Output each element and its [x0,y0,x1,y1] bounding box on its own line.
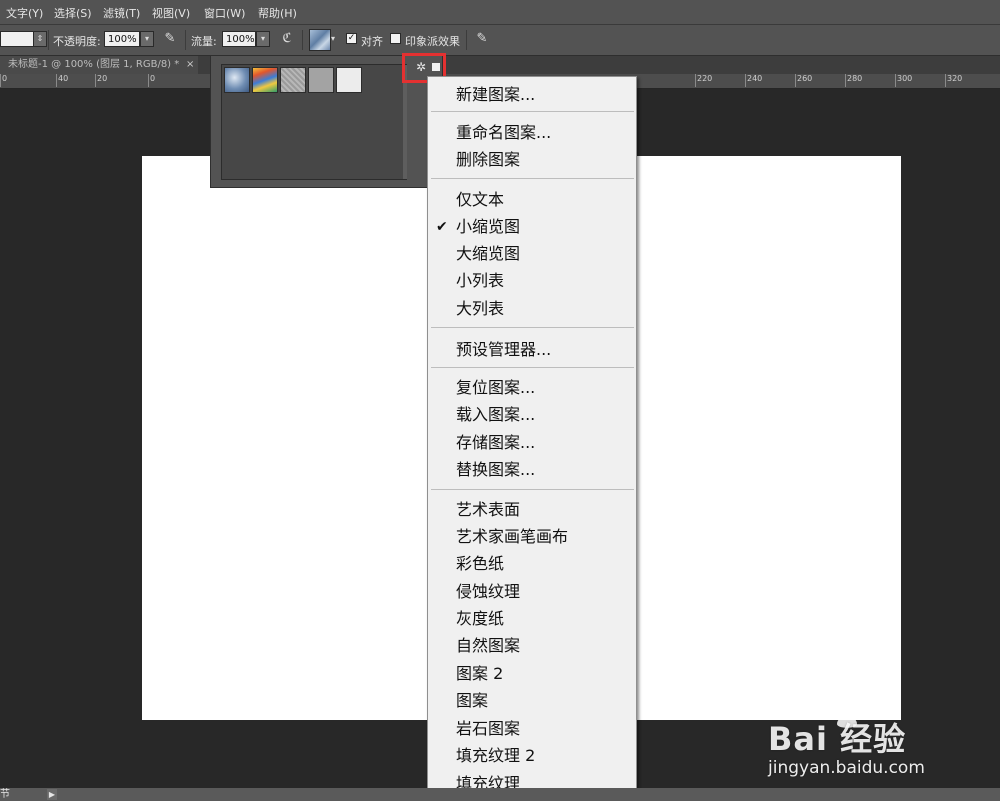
ruler-tick: 0 [0,74,8,87]
baidu-watermark: Bai 经验 jingyan.baidu.com [768,690,968,780]
opacity-input[interactable]: 100% [104,31,140,47]
align-label: 对齐 [361,35,383,48]
pattern-context-menu: 新建图案... 重命名图案... 删除图案 仅文本 ✔ 小缩览图 大缩览图 小列… [427,76,637,800]
menu-separator [431,178,634,179]
separator [185,30,186,50]
airbrush-icon[interactable]: ℭ [278,30,296,48]
ruler-tick: 240 [744,74,763,87]
menu-bar: 文字(Y) 选择(S) 滤镜(T) 视图(V) 窗口(W) 帮助(H) [0,0,1000,25]
ruler-tick: 300 [894,74,913,87]
document-tab[interactable]: 未标题-1 @ 100% (图层 1, RGB/8) * [0,56,198,74]
impressionist-label: 印象派效果 [405,35,460,48]
menu-item-color-paper[interactable]: 彩色纸 [456,554,504,574]
menu-item-erodible-textures[interactable]: 侵蚀纹理 [456,582,520,602]
menu-item-artist-surfaces[interactable]: 艺术表面 [456,500,520,520]
checkmark-icon: ✔ [436,219,448,235]
menu-item-texture-fill-2[interactable]: 填充纹理 2 [456,746,535,766]
menu-item-small-list[interactable]: 小列表 [456,271,504,291]
menu-item-replace-patterns[interactable]: 替换图案... [456,460,535,480]
align-checkbox[interactable]: ✓ [346,33,357,44]
menu-item-grayscale-paper[interactable]: 灰度纸 [456,609,504,629]
pattern-thumb-gray-texture[interactable] [280,67,306,93]
flow-input[interactable]: 100% [222,31,256,47]
options-bar: ⇕ 不透明度: 100% ▾ ✎ 流量: 100% ▾ ℭ ▾ ✓ 对齐 印象派… [0,25,1000,56]
mode-dropdown-arrow[interactable]: ⇕ [33,31,47,47]
watermark-url: jingyan.baidu.com [768,758,925,778]
menu-text[interactable]: 文字(Y) [6,5,43,21]
menu-item-patterns-2[interactable]: 图案 2 [456,664,503,684]
separator [48,30,49,50]
menu-help[interactable]: 帮助(H) [258,5,297,21]
ruler-tick: 320 [944,74,963,87]
menu-window[interactable]: 窗口(W) [204,5,245,21]
impressionist-checkbox[interactable] [390,33,401,44]
menu-item-rename-pattern[interactable]: 重命名图案... [456,123,551,143]
menu-item-text-only[interactable]: 仅文本 [456,190,504,210]
menu-item-load-patterns[interactable]: 载入图案... [456,405,535,425]
menu-item-large-thumbnail[interactable]: 大缩览图 [456,244,520,264]
menu-view[interactable]: 视图(V) [152,5,190,21]
ruler-tick: 220 [694,74,713,87]
menu-select[interactable]: 选择(S) [54,5,92,21]
menu-item-nature-patterns[interactable]: 自然图案 [456,636,520,656]
ruler-tick: 0 [147,74,156,87]
pattern-thumb-bubbles[interactable] [224,67,250,93]
menu-filter[interactable]: 滤镜(T) [103,5,140,21]
pattern-thumb-white[interactable] [336,67,362,93]
ruler-tick: 260 [794,74,813,87]
status-bar: 节 ▶ [0,788,1000,801]
menu-separator [431,327,634,328]
ruler-tick: 40 [55,74,69,87]
menu-item-patterns[interactable]: 图案 [456,691,488,711]
menu-item-small-thumbnail[interactable]: 小缩览图 [456,217,520,237]
menu-separator [431,367,634,368]
menu-item-large-list[interactable]: 大列表 [456,299,504,319]
document-tab-bar: 未标题-1 @ 100% (图层 1, RGB/8) * × [0,56,1000,74]
flow-dropdown-arrow[interactable]: ▾ [256,31,270,47]
separator [466,30,467,50]
status-text: 节 [0,789,10,800]
close-tab-icon[interactable]: × [186,56,194,74]
status-menu-arrow-icon[interactable]: ▶ [47,789,57,800]
menu-item-rock-patterns[interactable]: 岩石图案 [456,719,520,739]
ruler-tick: 20 [94,74,108,87]
separator [302,30,303,50]
menu-item-save-patterns[interactable]: 存储图案... [456,433,535,453]
tablet-size-icon[interactable]: ✎ [473,30,491,48]
pattern-thumb-gray[interactable] [308,67,334,93]
menu-separator [431,489,634,490]
watermark-brand: Bai 经验 [768,720,907,758]
flow-label: 流量: [191,35,217,48]
opacity-label: 不透明度: [53,35,101,48]
opacity-dropdown-arrow[interactable]: ▾ [140,31,154,47]
menu-item-delete-pattern[interactable]: 删除图案 [456,150,520,170]
menu-item-artists-brushes-canvas[interactable]: 艺术家画笔画布 [456,527,568,547]
menu-item-reset-patterns[interactable]: 复位图案... [456,378,535,398]
gear-icon: ✲ [415,60,427,74]
pattern-dropdown-arrow[interactable]: ▾ [328,30,338,48]
tablet-pressure-icon[interactable]: ✎ [161,30,179,48]
ruler-tick: 280 [844,74,863,87]
document-tab-title: 未标题-1 @ 100% (图层 1, RGB/8) * [8,59,180,70]
menu-separator [431,111,634,112]
pattern-thumb-tie-dye[interactable] [252,67,278,93]
collapse-icon[interactable] [432,63,440,71]
menu-item-new-pattern[interactable]: 新建图案... [456,85,535,105]
menu-item-preset-manager[interactable]: 预设管理器... [456,340,551,360]
pattern-thumbnails [221,64,407,180]
